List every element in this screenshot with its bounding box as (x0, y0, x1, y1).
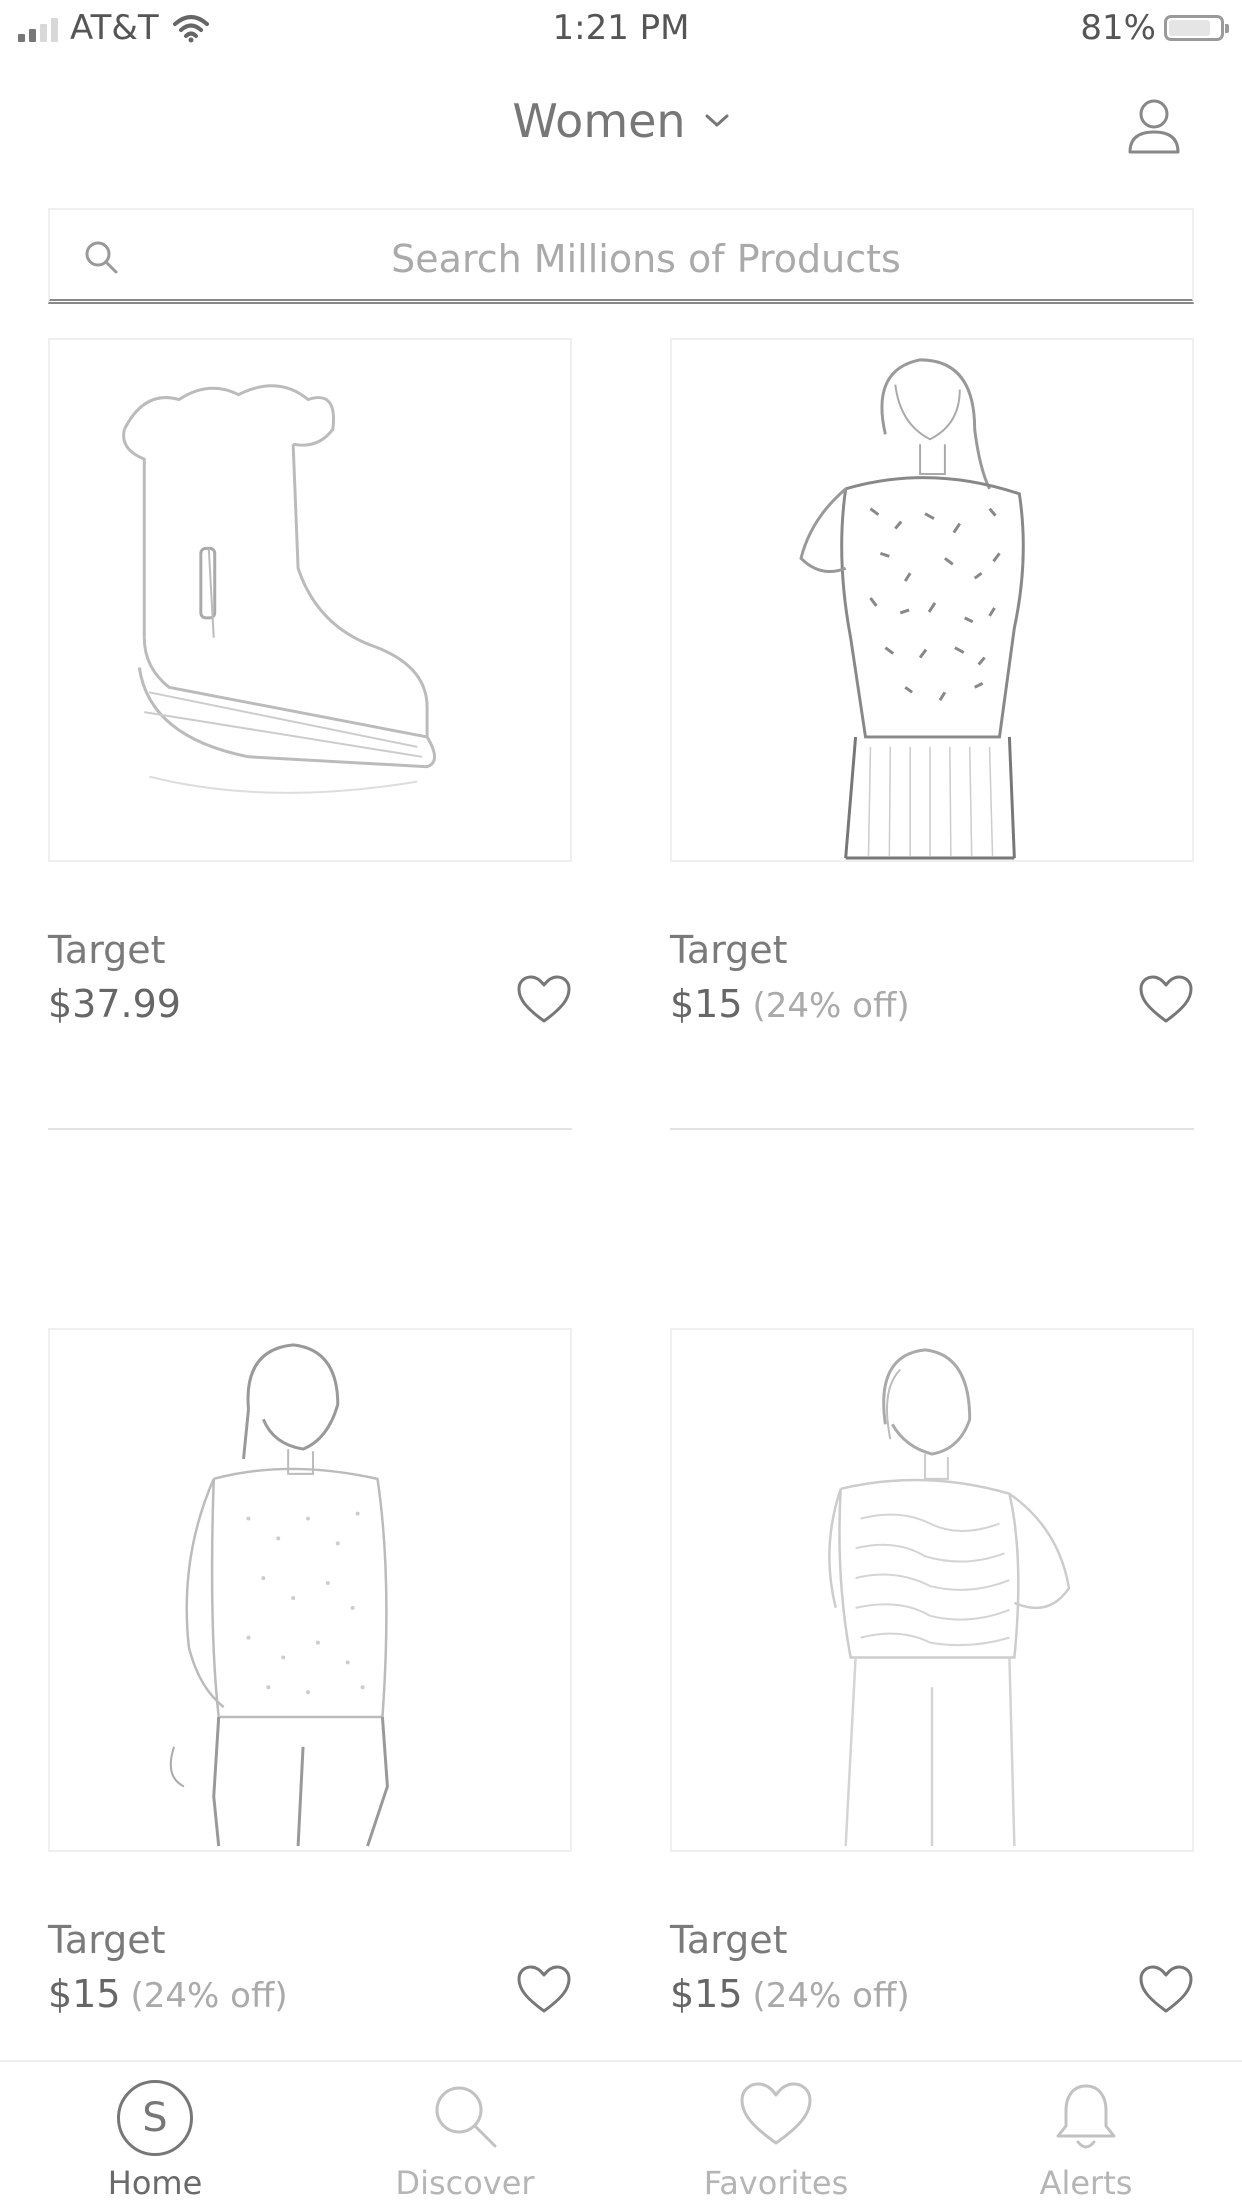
search-bar[interactable] (48, 208, 1194, 304)
price-value: $15 (670, 1972, 743, 2016)
battery-level (1169, 20, 1210, 36)
product-image[interactable] (670, 338, 1194, 862)
fur-trim-ankle-boot-image (122, 384, 437, 794)
model-leopard-print-sweater-image (799, 358, 1025, 860)
status-bar: AT&T 1:21 PM 81% (0, 0, 1242, 58)
tab-label: Alerts (1039, 2164, 1133, 2202)
product-price: $15 (24% off) (670, 982, 910, 1026)
favorite-button[interactable] (516, 1964, 572, 2020)
header: Women (0, 80, 1242, 180)
price-value: $37.99 (48, 982, 181, 1026)
heart-icon (740, 2082, 812, 2145)
tab-discover[interactable]: Discover (310, 2062, 620, 2210)
favorite-button[interactable] (1138, 974, 1194, 1030)
price-discount: (24% off) (752, 986, 910, 1026)
heart-icon (517, 1965, 571, 2013)
favorite-button[interactable] (516, 974, 572, 1030)
person-icon (1128, 99, 1180, 154)
price-value: $15 (48, 1972, 121, 2016)
tab-favorites[interactable]: Favorites (621, 2062, 931, 2210)
product-brand: Target (670, 928, 788, 972)
product-price: $37.99 (48, 982, 191, 1026)
product-divider (670, 1128, 1194, 1130)
search-icon (435, 2086, 497, 2148)
tab-home[interactable]: S Home (0, 2062, 310, 2210)
favorite-button[interactable] (1138, 1964, 1194, 2020)
product-brand: Target (48, 928, 166, 972)
category-title: Women (512, 94, 686, 148)
home-s-icon: S (117, 2080, 193, 2156)
heart-icon (1139, 1965, 1193, 2013)
model-speckled-sweater-image (169, 1343, 389, 1847)
product-divider (48, 1128, 572, 1130)
model-zebra-print-sweater-image (828, 1348, 1071, 1847)
price-discount: (24% off) (752, 1976, 910, 2016)
category-selector[interactable]: Women (0, 94, 1242, 148)
product-brand: Target (48, 1918, 166, 1962)
tab-label: Home (107, 2164, 203, 2202)
tab-label: Favorites (703, 2164, 849, 2202)
status-right: 81% (1080, 8, 1229, 48)
profile-button[interactable] (1124, 96, 1184, 160)
tab-label: Discover (395, 2164, 535, 2202)
search-icon (84, 240, 120, 280)
tab-alerts[interactable]: Alerts (931, 2062, 1241, 2210)
product-image[interactable] (670, 1328, 1194, 1852)
price-discount: (24% off) (130, 1976, 288, 2016)
battery-icon (1164, 15, 1229, 41)
chevron-down-icon (704, 113, 730, 129)
product-image[interactable] (48, 1328, 572, 1852)
search-input[interactable] (130, 230, 1162, 288)
product-image[interactable] (48, 338, 572, 862)
heart-icon (1139, 975, 1193, 1023)
product-brand: Target (670, 1918, 788, 1962)
clock: 1:21 PM (552, 8, 690, 48)
product-price: $15 (24% off) (670, 1972, 910, 2016)
price-value: $15 (670, 982, 743, 1026)
bell-icon (1056, 2084, 1116, 2149)
battery-percent: 81% (1080, 8, 1156, 48)
heart-icon (517, 975, 571, 1023)
tab-bar: S Home Discover Favorites Alerts (0, 2060, 1242, 2208)
product-price: $15 (24% off) (48, 1972, 288, 2016)
